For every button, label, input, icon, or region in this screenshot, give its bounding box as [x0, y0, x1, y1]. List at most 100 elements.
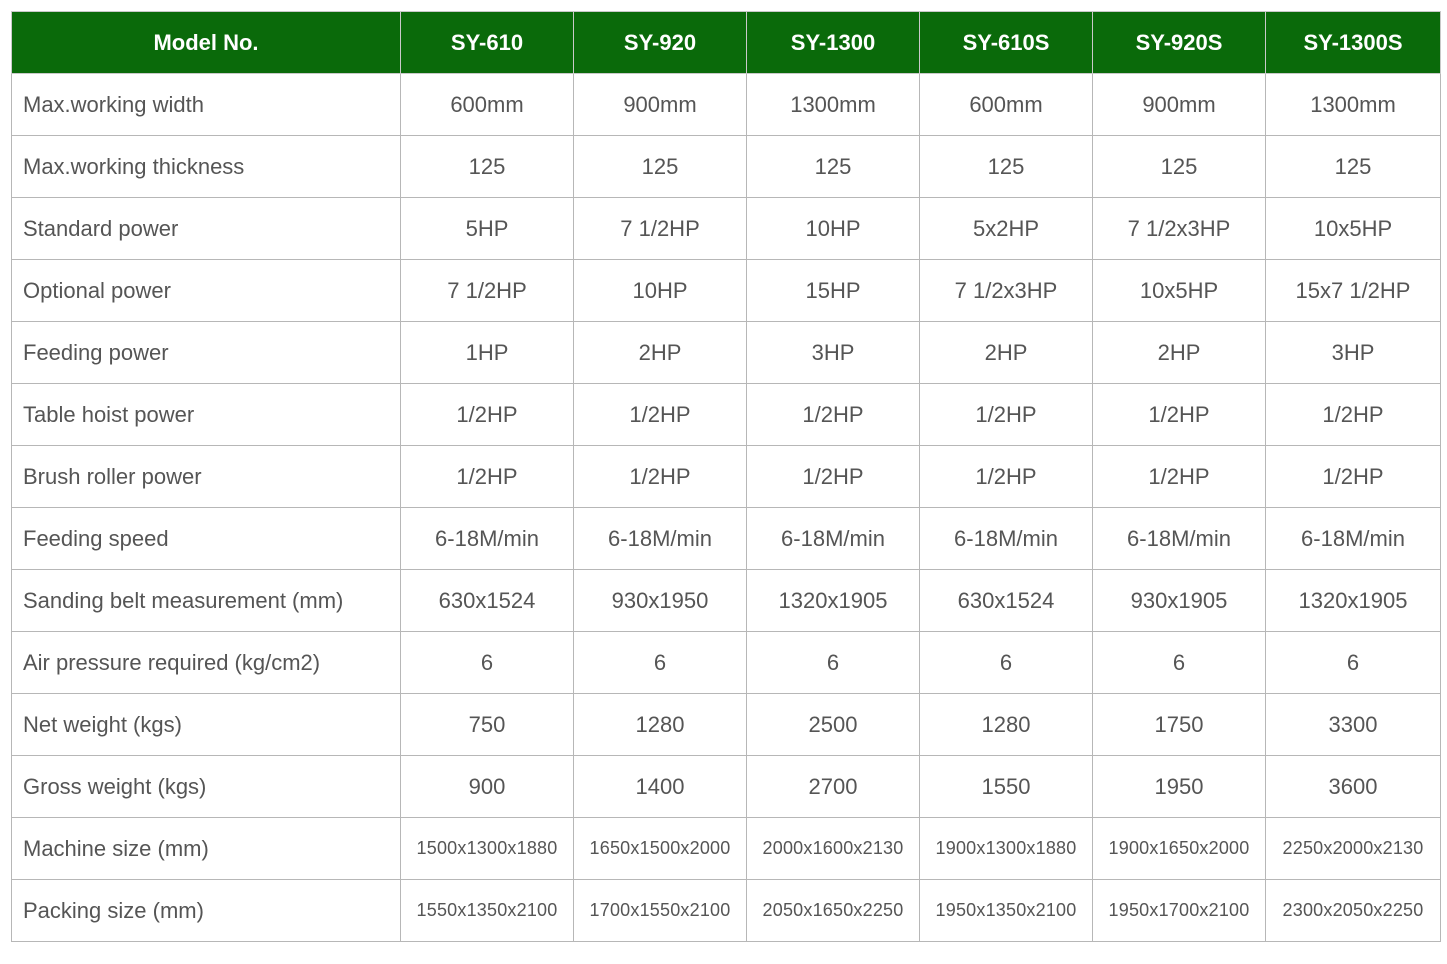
model-header: SY-610	[400, 11, 574, 74]
row-label: Optional power	[11, 259, 401, 322]
table-row: Brush roller power 1/2HP 1/2HP 1/2HP 1/2HP 1/…	[11, 445, 1441, 508]
table-cell: 1/2HP	[1265, 383, 1441, 446]
table-cell: 125	[1092, 135, 1266, 198]
table-row: Gross weight (kgs) 900 1400 2700 1550 1950 360…	[11, 755, 1441, 818]
table-cell: 3HP	[746, 321, 920, 384]
table-cell: 1/2HP	[400, 445, 574, 508]
table-cell: 2700	[746, 755, 920, 818]
table-cell: 15x7 1/2HP	[1265, 259, 1441, 322]
table-row: Table hoist power 1/2HP 1/2HP 1/2HP 1/2HP 1/2…	[11, 383, 1441, 446]
table-cell: 600mm	[400, 73, 574, 136]
table-cell: 630x1524	[400, 569, 574, 632]
row-label: Brush roller power	[11, 445, 401, 508]
table-cell: 5HP	[400, 197, 574, 260]
table-cell: 7 1/2HP	[400, 259, 574, 322]
table-cell: 1700x1550x2100	[573, 879, 747, 942]
table-cell: 1400	[573, 755, 747, 818]
table-cell: 1550x1350x2100	[400, 879, 574, 942]
table-cell: 1950x1700x2100	[1092, 879, 1266, 942]
table-cell: 600mm	[919, 73, 1093, 136]
table-cell: 1500x1300x1880	[400, 817, 574, 880]
table-cell: 1750	[1092, 693, 1266, 756]
table-cell: 10HP	[746, 197, 920, 260]
table-cell: 1/2HP	[573, 383, 747, 446]
model-header: SY-920	[573, 11, 747, 74]
table-cell: 2000x1600x2130	[746, 817, 920, 880]
row-label: Sanding belt measurement (mm)	[11, 569, 401, 632]
table-cell: 125	[919, 135, 1093, 198]
table-cell: 6-18M/min	[1265, 507, 1441, 570]
table-cell: 2050x1650x2250	[746, 879, 920, 942]
row-label: Net weight (kgs)	[11, 693, 401, 756]
table-cell: 1650x1500x2000	[573, 817, 747, 880]
table-cell: 2HP	[573, 321, 747, 384]
table-cell: 900mm	[1092, 73, 1266, 136]
row-label: Feeding power	[11, 321, 401, 384]
table-cell: 1HP	[400, 321, 574, 384]
table-cell: 1/2HP	[919, 383, 1093, 446]
row-label: Max.working width	[11, 73, 401, 136]
table-cell: 750	[400, 693, 574, 756]
table-cell: 10HP	[573, 259, 747, 322]
table-cell: 125	[746, 135, 920, 198]
table-row: Standard power 5HP 7 1/2HP 10HP 5x2HP 7 1/2x3…	[11, 197, 1441, 260]
table-cell: 2300x2050x2250	[1265, 879, 1441, 942]
table-cell: 1950	[1092, 755, 1266, 818]
table-row: Feeding speed 6-18M/min 6-18M/min 6-18M/min…	[11, 507, 1441, 570]
table-cell: 1/2HP	[1092, 445, 1266, 508]
table-cell: 1900x1300x1880	[919, 817, 1093, 880]
table-cell: 1550	[919, 755, 1093, 818]
table-cell: 1/2HP	[746, 383, 920, 446]
table-cell: 6	[746, 631, 920, 694]
row-label: Max.working thickness	[11, 135, 401, 198]
table-cell: 6-18M/min	[1092, 507, 1266, 570]
table-cell: 1/2HP	[400, 383, 574, 446]
table-cell: 125	[400, 135, 574, 198]
table-cell: 1900x1650x2000	[1092, 817, 1266, 880]
table-cell: 7 1/2x3HP	[1092, 197, 1266, 260]
table-cell: 1280	[919, 693, 1093, 756]
table-cell: 6	[573, 631, 747, 694]
table-cell: 3HP	[1265, 321, 1441, 384]
table-row: Feeding power 1HP 2HP 3HP 2HP 2HP 3HP	[11, 321, 1441, 384]
table-cell: 930x1950	[573, 569, 747, 632]
table-cell: 900	[400, 755, 574, 818]
table-cell: 6-18M/min	[919, 507, 1093, 570]
table-cell: 10x5HP	[1265, 197, 1441, 260]
table-row: Packing size (mm) 1550x1350x2100 1700x1550…	[11, 879, 1441, 942]
row-label: Table hoist power	[11, 383, 401, 446]
table-cell: 1/2HP	[1092, 383, 1266, 446]
row-label: Air pressure required (kg/cm2)	[11, 631, 401, 694]
table-cell: 125	[573, 135, 747, 198]
table-cell: 3300	[1265, 693, 1441, 756]
table-cell: 6-18M/min	[573, 507, 747, 570]
table-cell: 6	[919, 631, 1093, 694]
table-cell: 1280	[573, 693, 747, 756]
table-cell: 1/2HP	[746, 445, 920, 508]
table-cell: 2500	[746, 693, 920, 756]
table-cell: 7 1/2HP	[573, 197, 747, 260]
table-cell: 125	[1265, 135, 1441, 198]
table-cell: 6-18M/min	[400, 507, 574, 570]
table-cell: 1950x1350x2100	[919, 879, 1093, 942]
table-cell: 6	[1092, 631, 1266, 694]
table-cell: 15HP	[746, 259, 920, 322]
table-cell: 1300mm	[1265, 73, 1441, 136]
table-cell: 1320x1905	[1265, 569, 1441, 632]
model-header: SY-920S	[1092, 11, 1266, 74]
table-cell: 10x5HP	[1092, 259, 1266, 322]
table-cell: 6	[400, 631, 574, 694]
table-cell: 630x1524	[919, 569, 1093, 632]
table-cell: 1/2HP	[573, 445, 747, 508]
header-label: Model No.	[11, 11, 401, 74]
row-label: Feeding speed	[11, 507, 401, 570]
table-row: Max.working thickness 125 125 125 125 125 125	[11, 135, 1441, 198]
table-row: Net weight (kgs) 750 1280 2500 1280 1750 3300	[11, 693, 1441, 756]
row-label: Gross weight (kgs)	[11, 755, 401, 818]
table-row: Optional power 7 1/2HP 10HP 15HP 7 1/2x3HP 10…	[11, 259, 1441, 322]
model-header: SY-1300S	[1265, 11, 1441, 74]
spec-table: Model No. SY-610 SY-920 SY-1300 SY-610S …	[11, 11, 1441, 942]
row-label: Packing size (mm)	[11, 879, 401, 942]
table-cell: 3600	[1265, 755, 1441, 818]
model-header: SY-1300	[746, 11, 920, 74]
